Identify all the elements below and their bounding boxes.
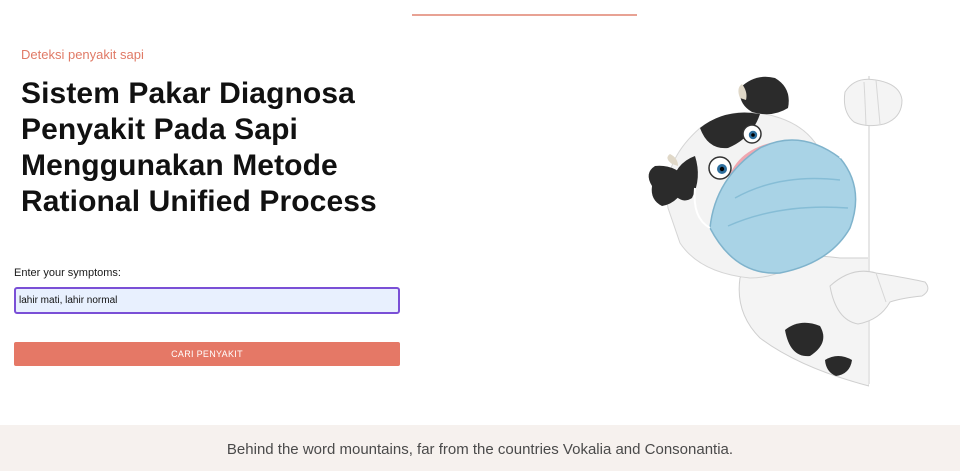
page-title: Sistem Pakar Diagnosa Penyakit Pada Sapi… xyxy=(21,77,377,218)
footer: Behind the word mountains, far from the … xyxy=(0,425,960,471)
symptoms-input[interactable] xyxy=(14,287,400,314)
top-divider xyxy=(412,14,637,16)
hero-eyebrow: Deteksi penyakit sapi xyxy=(21,47,144,62)
cow-with-mask-illustration xyxy=(648,68,960,388)
search-disease-button[interactable]: CARI PENYAKIT xyxy=(14,342,400,366)
footer-text: Behind the word mountains, far from the … xyxy=(226,441,734,458)
symptoms-label: Enter your symptoms: xyxy=(14,267,121,279)
